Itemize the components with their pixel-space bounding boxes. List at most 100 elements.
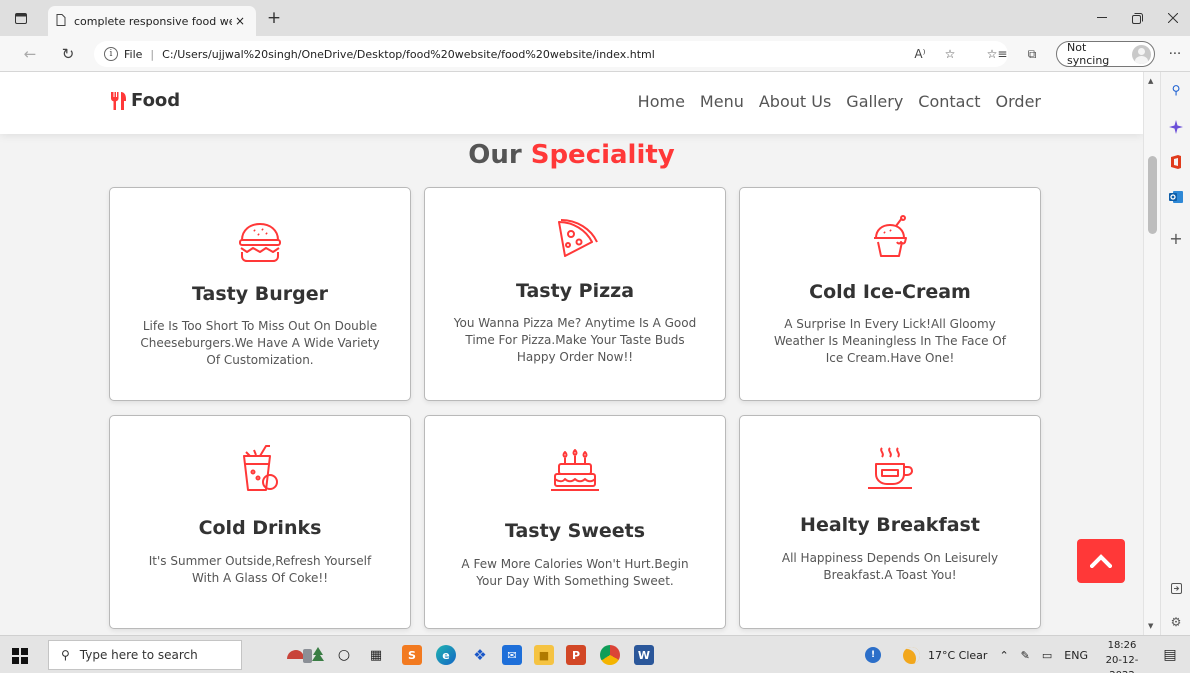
- new-tab-button[interactable]: +: [262, 7, 286, 29]
- site-header: Food Home Menu About Us Gallery Contact …: [0, 72, 1143, 134]
- window-close-icon[interactable]: [1158, 8, 1188, 28]
- more-options-icon[interactable]: ···: [1164, 43, 1186, 65]
- nav-link-order[interactable]: Order: [996, 92, 1041, 111]
- page-viewport: Food Home Menu About Us Gallery Contact …: [0, 72, 1143, 635]
- url-bar[interactable]: i File | C:/Users/ujjwal%20singh/OneDriv…: [94, 41, 1008, 67]
- office-icon[interactable]: [1166, 152, 1186, 172]
- nav-link-menu[interactable]: Menu: [700, 92, 744, 111]
- speciality-card-drinks: Cold Drinks It's Summer Outside,Refresh …: [109, 415, 411, 629]
- chevron-up-tray-icon[interactable]: ⌃: [999, 649, 1008, 662]
- page-scrollbar[interactable]: ▲ ▼: [1143, 72, 1160, 635]
- notification-center-icon[interactable]: ▤: [1160, 645, 1180, 665]
- speciality-card-ice-cream: Cold Ice-Cream A Surprise In Every Lick!…: [739, 187, 1041, 401]
- card-text: All Happiness Depends On Leisurely Break…: [781, 551, 999, 582]
- cortana-icon[interactable]: ○: [334, 645, 354, 665]
- weather-alert-icon[interactable]: !: [865, 647, 881, 663]
- back-arrow-icon[interactable]: ←: [18, 43, 42, 65]
- nav-link-about-us[interactable]: About Us: [759, 92, 831, 111]
- taskbar-search-highlight-icon[interactable]: [285, 645, 325, 665]
- weather-text[interactable]: 17°C Clear: [928, 649, 987, 662]
- scroll-to-top-button[interactable]: [1077, 539, 1125, 583]
- info-icon[interactable]: i: [104, 47, 118, 61]
- avatar: [1132, 44, 1151, 64]
- nav-link-gallery[interactable]: Gallery: [846, 92, 903, 111]
- minimize-icon[interactable]: [1087, 8, 1117, 28]
- favorite-star-icon[interactable]: ☆: [938, 42, 962, 66]
- read-aloud-icon[interactable]: A⁾: [908, 42, 932, 66]
- speciality-card-burger: Tasty Burger Life Is Too Short To Miss O…: [109, 187, 411, 401]
- scrollbar-thumb[interactable]: [1148, 156, 1157, 234]
- language-indicator[interactable]: ENG: [1064, 649, 1088, 662]
- card-title: Cold Ice-Cream: [809, 281, 971, 303]
- edge-browser-icon[interactable]: e: [436, 645, 456, 665]
- card-text: Life Is Too Short To Miss Out On Double …: [140, 319, 380, 367]
- system-tray: ! 17°C Clear ⌃ ✎ ▭ ENG: [865, 636, 1088, 673]
- card-text: You Wanna Pizza Me? Anytime Is A Good Ti…: [453, 316, 697, 364]
- browser-tab-bar: complete responsive food websi × +: [0, 0, 1190, 36]
- collections-icon[interactable]: ⧉: [1020, 42, 1044, 66]
- copilot-icon[interactable]: [1166, 117, 1186, 137]
- close-icon[interactable]: ×: [232, 14, 248, 28]
- search-icon: ⚲: [61, 648, 70, 662]
- section-title-accent: Speciality: [530, 140, 675, 170]
- card-title: Tasty Burger: [192, 283, 328, 305]
- sync-label: Not syncing: [1067, 41, 1110, 67]
- windows-taskbar: ⚲ Type here to search ○ ▦ S e ❖ ✉ ■ P W …: [0, 635, 1190, 673]
- page-icon: [56, 13, 66, 29]
- chrome-icon[interactable]: [600, 645, 620, 665]
- section-title-main: Our: [468, 140, 522, 170]
- settings-gear-icon[interactable]: ⚙: [1166, 612, 1186, 632]
- task-view-icon[interactable]: ▦: [366, 645, 386, 665]
- powerpoint-icon[interactable]: P: [566, 645, 586, 665]
- logo-text: Food: [131, 90, 181, 111]
- sidebar-search-icon[interactable]: ⚲: [1166, 80, 1186, 100]
- moon-weather-icon[interactable]: [903, 646, 920, 664]
- card-title: Cold Drinks: [198, 517, 322, 539]
- chevron-up-icon: [1090, 554, 1112, 568]
- sublime-text-icon[interactable]: S: [402, 645, 422, 665]
- windows-start-icon[interactable]: [12, 648, 28, 664]
- pen-icon[interactable]: ✎: [1021, 649, 1030, 662]
- refresh-icon[interactable]: ↻: [56, 43, 80, 65]
- restore-icon[interactable]: [1122, 8, 1152, 28]
- clock-date: 20-12-2022: [1105, 655, 1139, 673]
- battery-icon[interactable]: ▭: [1042, 649, 1052, 662]
- dropbox-icon[interactable]: ❖: [470, 645, 490, 665]
- scroll-down-arrow-icon[interactable]: ▼: [1148, 622, 1153, 630]
- mail-icon[interactable]: ✉: [502, 645, 522, 665]
- scroll-up-arrow-icon[interactable]: ▲: [1148, 77, 1153, 85]
- speciality-card-sweets: Tasty Sweets A Few More Calories Won't H…: [424, 415, 726, 629]
- nav-link-contact[interactable]: Contact: [918, 92, 980, 111]
- card-text: A Surprise In Every Lick!All Gloomy Weat…: [774, 317, 1006, 365]
- burger-icon: [239, 223, 281, 262]
- card-text: A Few More Calories Won't Hurt.Begin You…: [461, 557, 689, 588]
- url-text[interactable]: C:/Users/ujjwal%20singh/OneDrive/Desktop…: [162, 48, 655, 61]
- url-scheme-label: File: [124, 47, 143, 61]
- card-title: Tasty Sweets: [504, 520, 646, 542]
- taskbar-clock[interactable]: 18:26 20-12-2022: [1094, 638, 1150, 673]
- url-separator: |: [150, 47, 155, 61]
- file-explorer-icon[interactable]: ■: [534, 645, 554, 665]
- site-logo[interactable]: Food: [110, 90, 180, 111]
- fork-knife-icon: [111, 91, 126, 110]
- clock-time: 18:26: [1107, 640, 1137, 651]
- profile-sync-button[interactable]: Not syncing: [1056, 41, 1155, 67]
- word-icon[interactable]: W: [634, 645, 654, 665]
- favorites-list-icon[interactable]: ☆≡: [985, 42, 1009, 66]
- tab-title: complete responsive food websi: [74, 14, 232, 28]
- taskbar-search-input[interactable]: ⚲ Type here to search: [48, 640, 242, 670]
- sidebar-add-icon[interactable]: +: [1166, 228, 1186, 248]
- nav-link-home[interactable]: Home: [638, 92, 685, 111]
- browser-address-bar: ← ↻ i File | C:/Users/ujjwal%20singh/One…: [0, 36, 1190, 72]
- section-title: Our Speciality: [0, 140, 1143, 170]
- card-text: It's Summer Outside,Refresh Yourself Wit…: [148, 554, 372, 585]
- card-title: Tasty Pizza: [515, 280, 635, 302]
- browser-tab-active[interactable]: complete responsive food websi ×: [48, 6, 256, 36]
- tab-actions-icon[interactable]: [8, 6, 34, 30]
- outlook-icon[interactable]: [1166, 187, 1186, 207]
- hide-sidebar-icon[interactable]: [1166, 578, 1186, 598]
- ice-cream-icon: [874, 215, 907, 257]
- main-nav: Home Menu About Us Gallery Contact Order: [623, 92, 1041, 111]
- search-placeholder: Type here to search: [79, 648, 198, 662]
- coffee-cup-icon: [868, 447, 913, 489]
